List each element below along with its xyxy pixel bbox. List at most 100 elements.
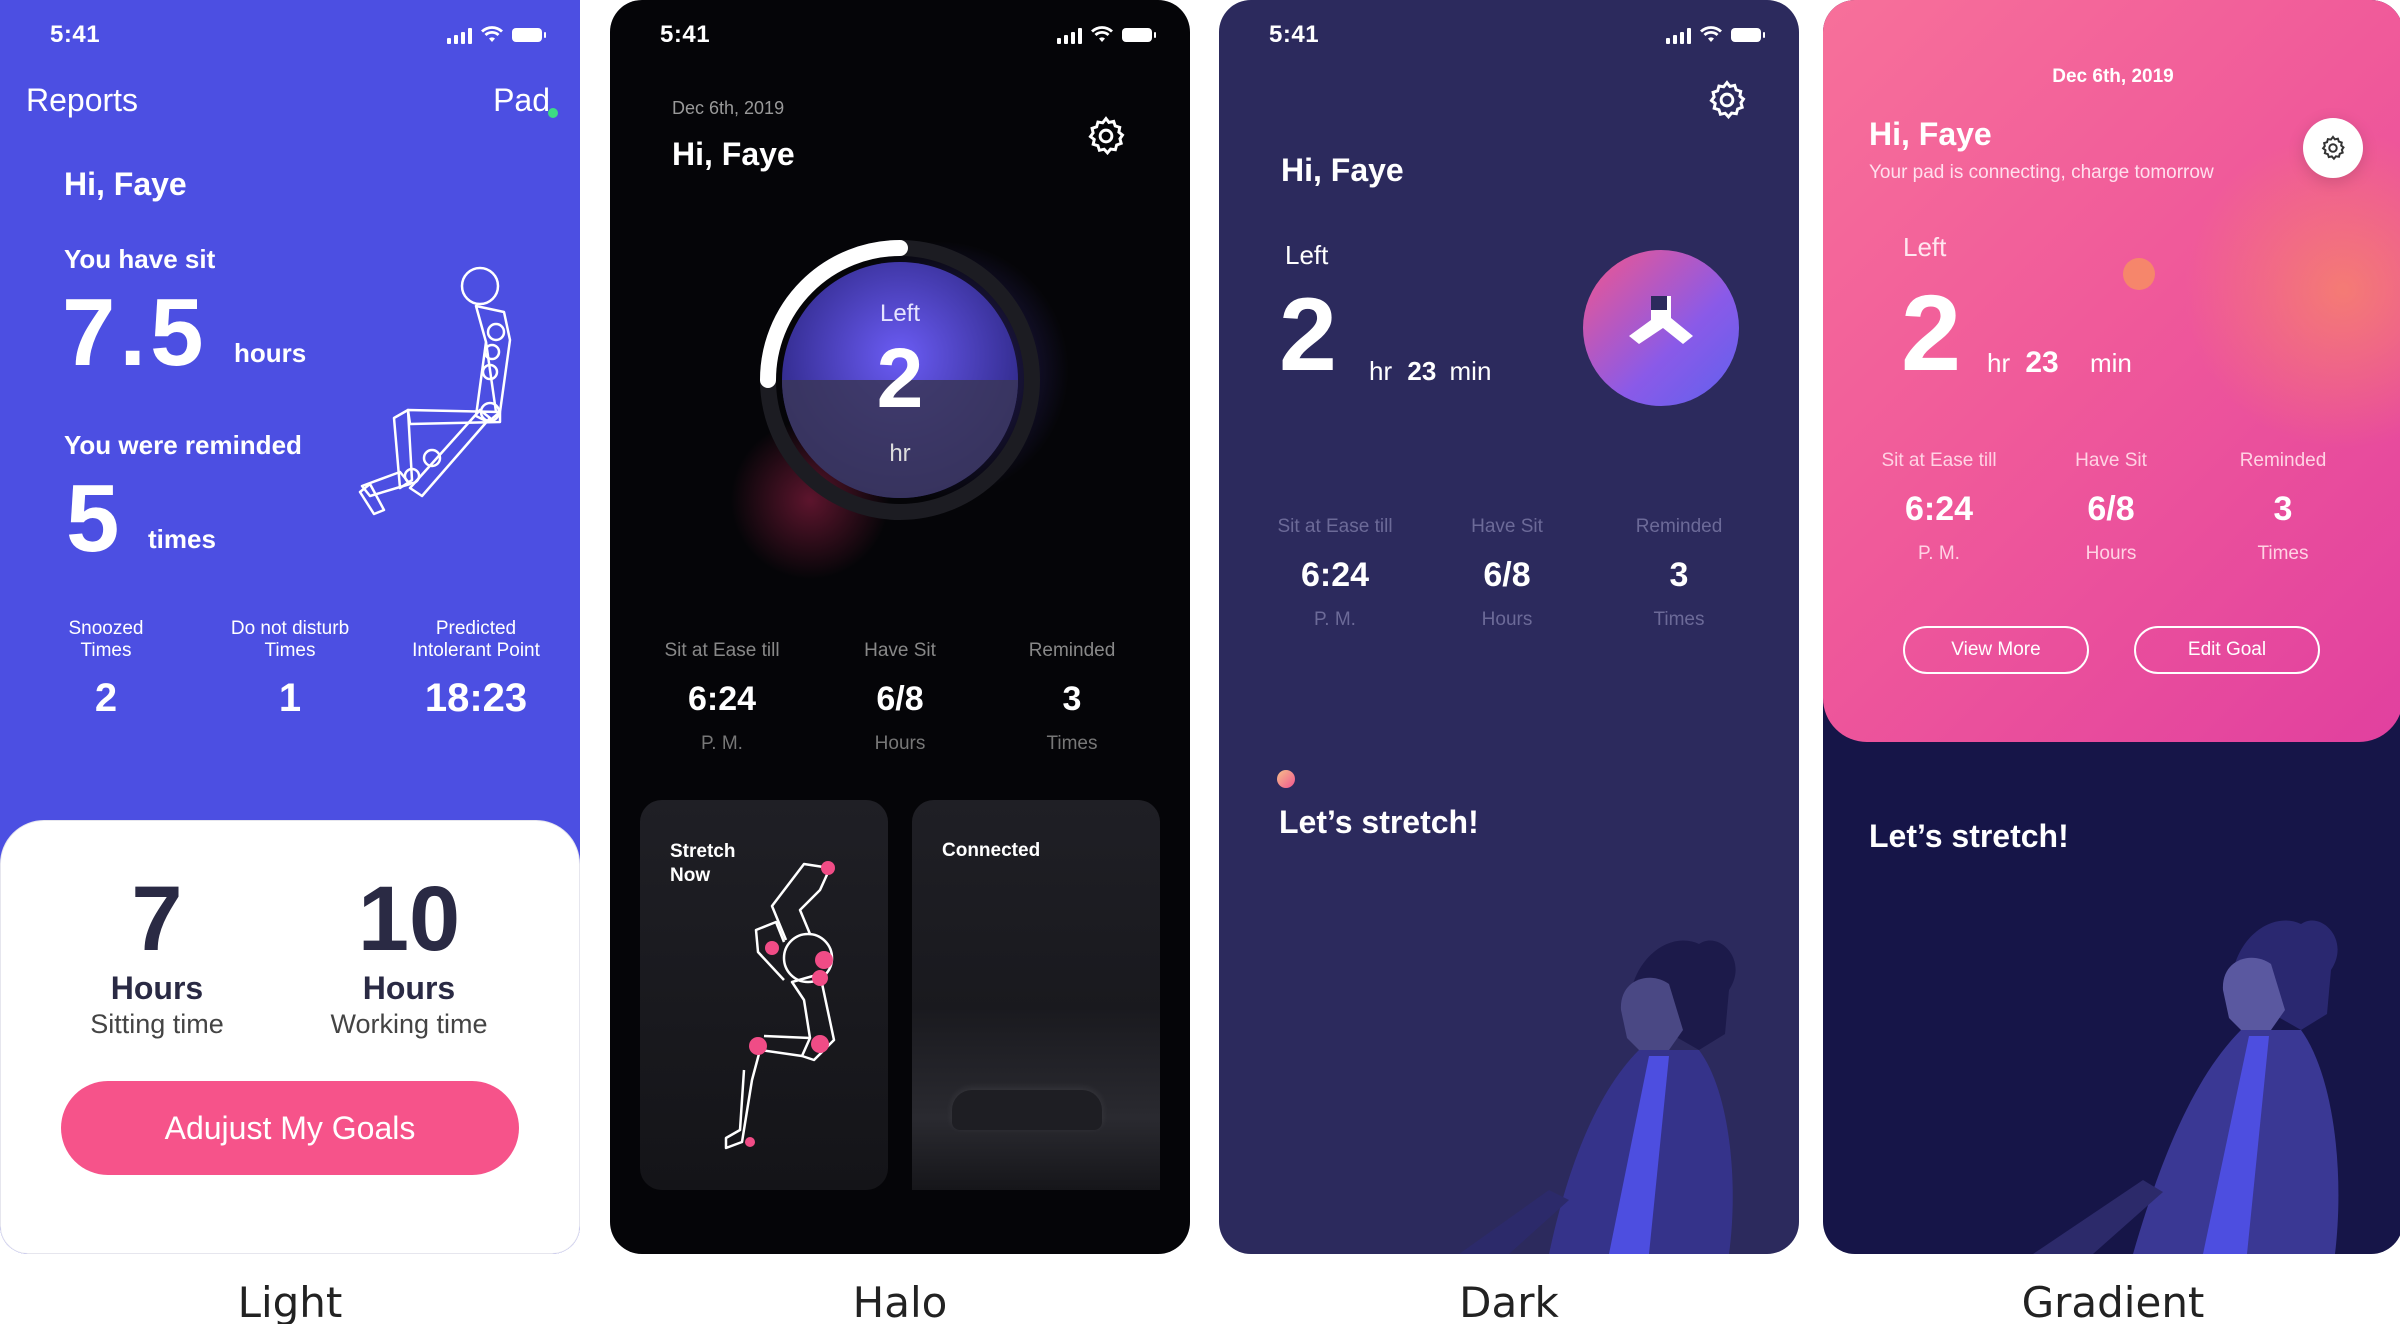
remind-label: You were reminded <box>64 430 302 460</box>
halo-theme-screen: 5:41 Dec 6th, 2019 Hi, Faye Left 2 hr Si… <box>610 0 1190 1254</box>
battery-icon <box>512 28 546 42</box>
ease-unit: P. M. <box>701 733 743 754</box>
intolerant-label: Predicted Intolerant Point <box>412 618 540 661</box>
min-unit: min <box>1449 356 1492 386</box>
greeting: Hi, Faye <box>672 136 795 172</box>
decor-dot <box>2123 258 2155 290</box>
caption-dark: Dark <box>1459 1278 1559 1324</box>
have-sit-value: 6/8 <box>2087 490 2135 528</box>
min-unit: min <box>2089 348 2132 378</box>
have-sit-unit: Hours <box>874 733 926 754</box>
time-left-detail: hr 23 min <box>1369 356 1491 387</box>
snoozed-value: 2 <box>94 676 118 720</box>
status-time: 5:41 <box>50 21 101 48</box>
sit-label: You have sit <box>64 244 216 274</box>
sitting-value: 7 <box>131 868 183 970</box>
ring-label: Left <box>879 300 921 327</box>
sitting-label: Sitting time <box>90 1009 224 1039</box>
minutes-value: 23 <box>1407 356 1437 386</box>
caption-halo: Halo <box>852 1278 948 1324</box>
connected-label: Connected <box>942 840 1041 861</box>
status-bar: 5:41 <box>660 18 1156 52</box>
left-label: Left <box>1903 232 1947 262</box>
have-sit-value: 6/8 <box>876 680 924 718</box>
reminded-label: Reminded <box>2239 450 2327 471</box>
ease-label: Sit at Ease till <box>1881 450 1997 471</box>
view-more-button[interactable]: View More <box>1903 626 2089 674</box>
reminded-label: Reminded <box>1028 640 1116 661</box>
greeting: Hi, Faye <box>1869 116 1992 152</box>
battery-icon <box>1122 28 1156 42</box>
working-unit: Hours <box>362 970 456 1006</box>
person-illustration <box>1459 940 1736 1254</box>
settings-button[interactable] <box>2303 118 2363 178</box>
decor-glow <box>2183 130 2400 450</box>
working-label: Working time <box>330 1009 488 1039</box>
sit-value: 7.5 <box>62 279 208 386</box>
have-sit-value: 6/8 <box>1483 556 1531 594</box>
greeting: Hi, Faye <box>1281 152 1404 188</box>
wifi-icon <box>1091 26 1113 42</box>
reminded-unit: Times <box>1046 733 1098 754</box>
stretch-figure-icon <box>724 861 836 1150</box>
gradient-theme-screen: Dec 6th, 2019 Hi, Faye Your pad is conne… <box>1823 0 2400 1254</box>
light-theme-screen: 5:41 Reports Pad Hi, Faye You have sit 7… <box>0 0 580 1254</box>
hr-unit: hr <box>1987 348 2011 378</box>
hr-unit: hr <box>1369 356 1393 386</box>
working-stat: 10 Hours Working time <box>279 869 539 1041</box>
dnd-value: 1 <box>278 676 302 720</box>
reminded-value: 3 <box>1669 556 1689 594</box>
caption-gradient: Gradient <box>2021 1278 2205 1324</box>
gear-icon[interactable] <box>1084 114 1128 158</box>
ease-label: Sit at Ease till <box>664 640 780 661</box>
accent-dot <box>1277 770 1295 788</box>
remind-value: 5 <box>66 465 120 572</box>
greeting: Hi, Faye <box>64 166 187 202</box>
wifi-icon <box>1700 26 1722 42</box>
status-bar: 5:41 <box>50 18 546 52</box>
ring-value: 2 <box>876 331 924 425</box>
signal-icon <box>1057 26 1082 44</box>
posture-figure-icon <box>358 266 512 516</box>
have-sit-label: Have Sit <box>2075 450 2147 471</box>
signal-icon <box>447 26 472 44</box>
adjust-goals-button[interactable]: Adujust My Goals <box>61 1081 519 1175</box>
status-bar: 5:41 <box>1269 18 1765 52</box>
pad-link[interactable]: Pad <box>493 82 558 119</box>
time-left-detail: hr 23 min <box>1987 346 2132 380</box>
chair-badge <box>1583 250 1739 406</box>
status-time: 5:41 <box>1269 21 1320 48</box>
chair-icon <box>1629 296 1693 344</box>
ease-unit: P. M. <box>1918 543 1960 564</box>
hours-value: 2 <box>1279 277 1337 393</box>
ease-value: 6:24 <box>1300 556 1370 594</box>
reminded-label: Reminded <box>1635 516 1723 537</box>
ring-unit: hr <box>889 440 911 467</box>
edit-goal-button[interactable]: Edit Goal <box>2134 626 2320 674</box>
dnd-label: Do not disturb Times <box>230 618 350 661</box>
left-label: Left <box>1285 240 1329 270</box>
sit-unit: hours <box>234 338 307 368</box>
caption-light: Light <box>237 1278 343 1324</box>
reminded-value: 3 <box>1062 680 1082 718</box>
stretch-now-card[interactable]: Stretch Now <box>640 800 888 1190</box>
signal-icon <box>1666 26 1691 44</box>
ease-value: 6:24 <box>687 680 757 718</box>
ease-value: 6:24 <box>1904 490 1974 528</box>
have-sit-unit: Hours <box>2085 543 2137 564</box>
ease-unit: P. M. <box>1314 609 1356 630</box>
intolerant-value: 18:23 <box>424 676 528 720</box>
hours-value: 2 <box>1901 272 1962 393</box>
gear-icon[interactable] <box>1705 78 1749 122</box>
chair-icon <box>952 1090 1102 1130</box>
person-illustration <box>2033 920 2339 1254</box>
goals-card: 7 Hours Sitting time 10 Hours Working ti… <box>0 820 580 1254</box>
pad-status-subtitle: Your pad is connecting, charge tomorrow <box>1869 162 2214 183</box>
snoozed-label: Snoozed Times <box>68 618 144 661</box>
working-value: 10 <box>357 868 461 970</box>
connected-card[interactable]: Connected <box>912 800 1160 1190</box>
gear-icon <box>2321 135 2345 161</box>
page-title: Reports <box>26 82 139 118</box>
sitting-stat: 7 Hours Sitting time <box>27 869 287 1041</box>
ease-label: Sit at Ease till <box>1277 516 1393 537</box>
